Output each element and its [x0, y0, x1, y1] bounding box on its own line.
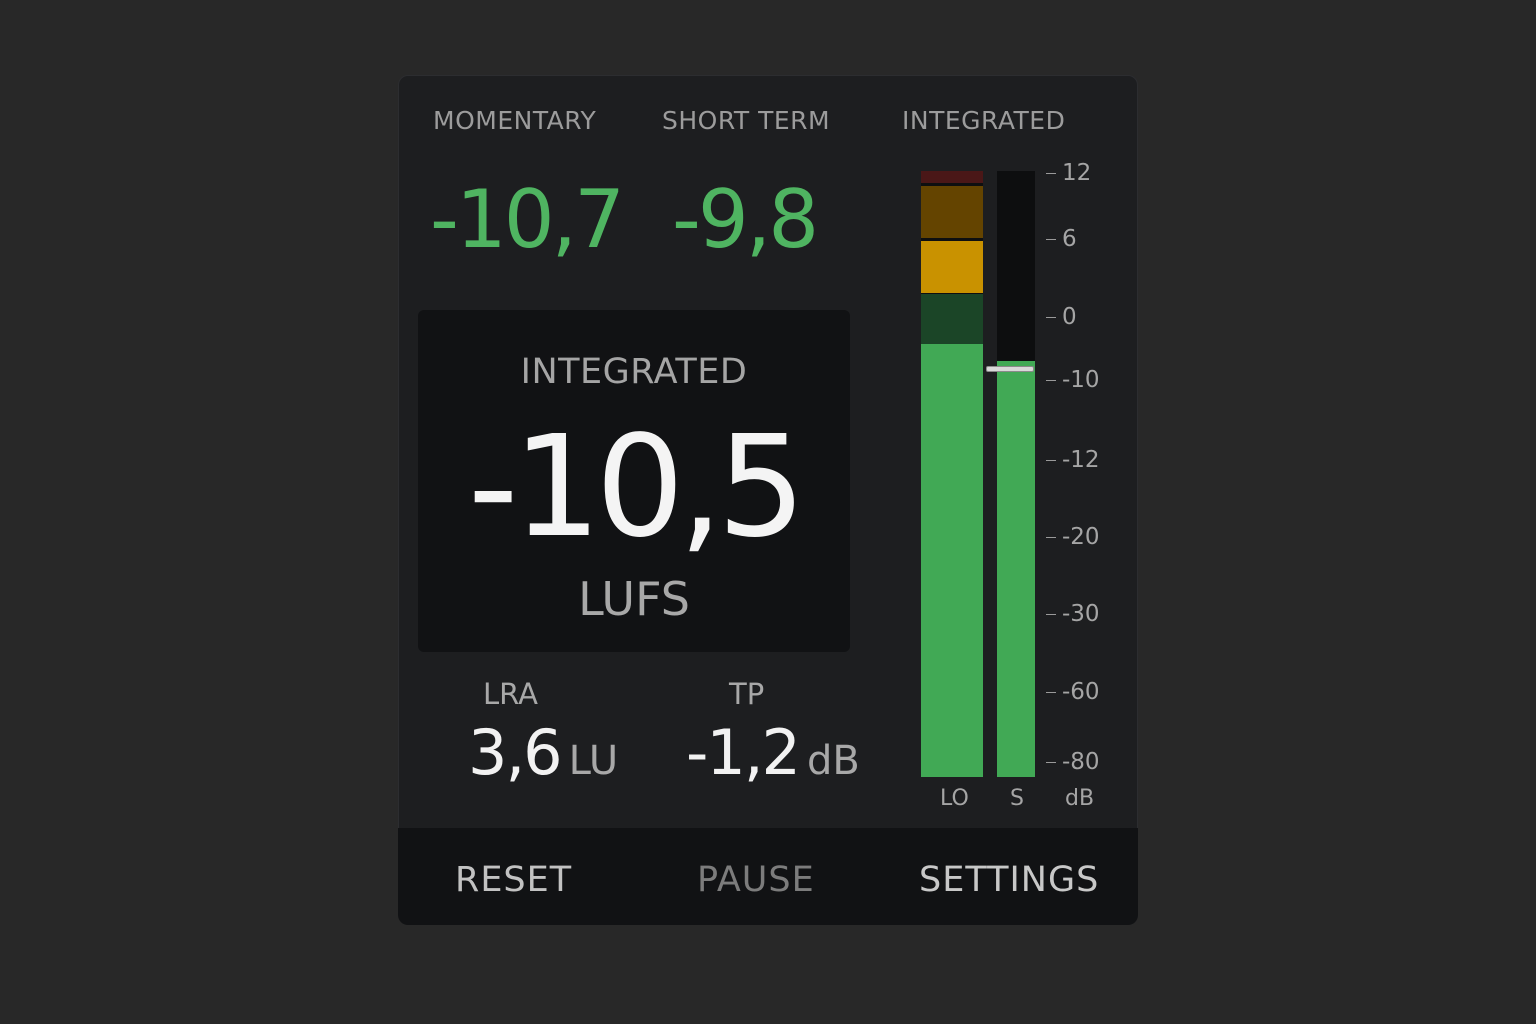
lra-unit: LU: [568, 738, 619, 784]
scale-tick: [1046, 614, 1056, 615]
integrated-header-label: INTEGRATED: [902, 106, 1066, 135]
settings-button[interactable]: SETTINGS: [919, 860, 1099, 900]
scale-label: 0: [1062, 304, 1077, 330]
scale-tick: [1046, 173, 1056, 174]
lo-meter-amber-zone: [921, 241, 983, 293]
tp-unit: dB: [806, 738, 860, 784]
lo-meter-dark-amber-zone: [921, 186, 983, 238]
scale-label: 12: [1062, 160, 1092, 186]
scale-label: -10: [1062, 367, 1100, 393]
scale-label: -30: [1062, 601, 1100, 627]
scale-tick: [1046, 692, 1056, 693]
lo-channel-label: LO: [940, 786, 969, 811]
tp-readout: -1,2 dB: [686, 722, 860, 784]
integrated-label: INTEGRATED: [520, 352, 748, 392]
scale-tick: [1046, 537, 1056, 538]
momentary-value: -10,7: [430, 173, 625, 266]
lo-meter-dark-green-zone: [921, 294, 983, 344]
s-channel-label: S: [1010, 786, 1024, 811]
short-term-value: -9,8: [672, 173, 819, 266]
tp-label: TP: [729, 677, 765, 711]
db-unit-label: dB: [1065, 786, 1095, 811]
pause-button[interactable]: PAUSE: [697, 860, 815, 900]
scale-tick: [1046, 239, 1056, 240]
scale-label: -12: [1062, 447, 1100, 473]
scale-label: -60: [1062, 679, 1100, 705]
integrated-value: -10,5: [467, 406, 806, 569]
integrated-unit: LUFS: [578, 572, 690, 626]
reset-button[interactable]: RESET: [455, 860, 572, 900]
lra-readout: 3,6 LU: [468, 722, 618, 784]
scale-label: -80: [1062, 749, 1100, 775]
lra-value: 3,6: [468, 716, 563, 789]
scale-tick: [1046, 762, 1056, 763]
scale-label: -20: [1062, 524, 1100, 550]
scale-tick: [1046, 380, 1056, 381]
lo-meter-red-zone: [921, 171, 983, 183]
lra-label: LRA: [483, 677, 538, 711]
tp-value: -1,2: [686, 716, 801, 789]
lo-meter-fill: [921, 344, 983, 777]
momentary-label: MOMENTARY: [433, 106, 597, 135]
s-meter-peak-hold: [986, 366, 1034, 372]
s-meter-fill: [997, 361, 1035, 777]
scale-tick: [1046, 460, 1056, 461]
scale-label: 6: [1062, 226, 1077, 252]
short-term-label: SHORT TERM: [662, 106, 831, 135]
scale-tick: [1046, 317, 1056, 318]
